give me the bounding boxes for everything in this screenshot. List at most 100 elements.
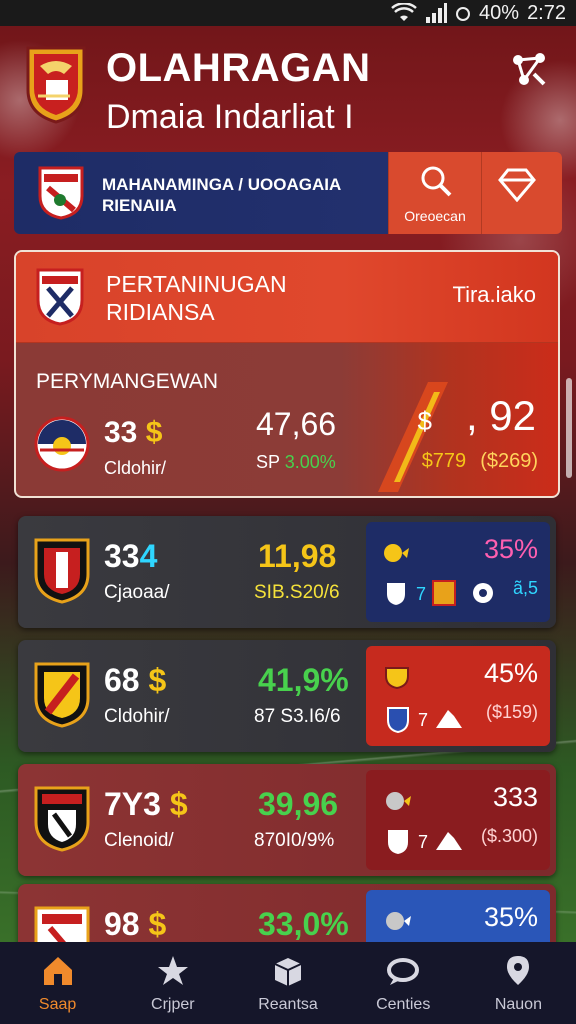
card-side-sub: ($.300) [480, 826, 538, 846]
club-logo-icon [26, 46, 86, 124]
banner-text: MAHANAMINGA / UOOAGAIA RIENAIIA [102, 174, 341, 216]
alarm-icon [456, 7, 471, 21]
nav-item-reports[interactable]: Reantsa [230, 942, 345, 1024]
trophy-icon [386, 912, 411, 930]
featured-header: PERTANINUGAN RIDIANSA Tira.iako [16, 252, 558, 343]
featured-price-sub: $779 ($269) [422, 450, 538, 473]
card-label: Cldohir/ [104, 706, 170, 727]
nav-item-favorites[interactable]: Crjper [115, 942, 230, 1024]
boot-icon [436, 710, 462, 728]
featured-price: $ , 92 [417, 392, 536, 440]
card-score-suffix: 4 [139, 538, 158, 574]
section-label: PERYMANGEWAN [36, 370, 219, 393]
card-odds-change: 87 S3.I6/6 [254, 706, 341, 727]
odds-percent: 3.00% [284, 452, 336, 472]
nav-item-chat[interactable]: Centies [346, 942, 461, 1024]
nav-label: Saap [38, 996, 77, 1013]
filter-button[interactable] [481, 152, 562, 234]
team-badge-icon [34, 662, 90, 728]
card-odds-value: 33,0% [258, 906, 349, 942]
nav-item-home[interactable]: Saap [0, 942, 115, 1024]
card-side-sub: ã,5 [512, 578, 538, 598]
status-bar: 40% 2:72 [0, 0, 576, 26]
shield-icon [385, 667, 409, 690]
card-score: 98 $ [104, 906, 166, 943]
featured-title: PERTANINUGAN RIDIANSA [106, 270, 287, 326]
trophy-icon [386, 792, 411, 810]
featured-title-line-2: RIDIANSA [106, 299, 215, 325]
card-odds-value: 11,98 [258, 538, 337, 574]
trophy-icon [384, 544, 409, 562]
crest-icon [387, 707, 409, 734]
card-odds-change: SIB.S20/6 [254, 582, 340, 603]
currency-symbol: $ [148, 662, 167, 698]
card-score: 7Y3 $ [104, 786, 188, 823]
featured-score: 33 $ [104, 416, 162, 450]
shield-icon [385, 581, 407, 608]
bottom-navigation: Saap Crjper Reantsa Centies Nauon [0, 942, 576, 1024]
featured-tag: Tira.iako [452, 282, 536, 307]
featured-title-line-1: PERTANINUGAN [106, 271, 287, 297]
price-amount: $779 [421, 450, 467, 472]
card-side-number: 7 [418, 710, 429, 730]
app-header: OLAHRAGAN Dmaia Indarliat I [22, 40, 554, 136]
nav-label: Centies [376, 996, 431, 1013]
currency-symbol: $ [148, 906, 167, 942]
card-odds-change: 870I0/9% [254, 830, 335, 851]
banner-line-1: MAHANAMINGA / UOOAGAIA [102, 175, 342, 194]
match-card-1[interactable]: 334 Cjaoaa/ 11,98 SIB.S20/6 7 35% ã,5 [18, 516, 556, 628]
card-odds-value: 41,9% [258, 662, 349, 698]
card-side-number: 7 [416, 584, 427, 604]
chat-icon [387, 958, 420, 985]
nav-label: Nauon [494, 996, 542, 1013]
card-score: 68 $ [104, 662, 166, 699]
card-score-value: 98 [104, 906, 140, 942]
card-side-value: 35% [483, 534, 538, 564]
card-label: Clenoid/ [104, 830, 174, 851]
card-score-value: 33 [104, 538, 140, 574]
team-badge-icon [34, 538, 90, 604]
promo-banner[interactable]: MAHANAMINGA / UOOAGAIA RIENAIIA Oreoecan [14, 152, 562, 234]
flag-icon [432, 580, 456, 606]
app-subtitle: Dmaia Indarliat I [106, 98, 354, 136]
team-badge-icon [34, 786, 90, 852]
card-side-value: 333 [492, 782, 538, 812]
card-side-sub: ($159) [485, 702, 538, 722]
card-score-value: 68 [104, 662, 140, 698]
search-icon [421, 166, 452, 197]
odds-prefix: SP [256, 452, 280, 472]
scrollbar[interactable] [566, 378, 572, 478]
card-score-value: 7Y3 [104, 786, 161, 822]
shield-icon [388, 830, 408, 854]
featured-label: Cldohir/ [104, 458, 167, 478]
featured-odds-change: SP 3.00% [256, 452, 336, 473]
nav-label: Reantsa [258, 996, 318, 1013]
banner-info[interactable]: MAHANAMINGA / UOOAGAIA RIENAIIA [14, 152, 388, 234]
ball-icon [473, 583, 493, 603]
card-score: 334 [104, 538, 157, 575]
nav-label: Crjper [151, 996, 195, 1013]
home-icon [43, 957, 72, 985]
search-label: Oreoecan [404, 208, 466, 224]
price-value: , 92 [465, 392, 536, 439]
card-label: Cjaoaa/ [104, 582, 170, 603]
match-card-3[interactable]: 7Y3 $ Clenoid/ 39,96 870I0/9% 7 333 ($.3… [18, 764, 556, 876]
team-crest-icon [34, 416, 90, 472]
card-side-value: 45% [483, 658, 538, 688]
currency-symbol: $ [145, 416, 163, 449]
price-change: ($269) [480, 450, 538, 472]
star-icon [157, 956, 188, 985]
search-button[interactable]: Oreoecan [388, 152, 481, 234]
featured-score-value: 33 [104, 416, 138, 449]
wifi-icon [391, 3, 417, 21]
card-odds-value: 39,96 [258, 786, 339, 822]
share-button[interactable] [510, 50, 550, 90]
card-side-value: 35% [483, 902, 538, 932]
clock: 2:72 [527, 1, 566, 24]
match-card-2[interactable]: 68 $ Cldohir/ 41,9% 87 S3.I6/6 7 45% ($1… [18, 640, 556, 752]
pin-icon [507, 956, 530, 985]
nav-item-location[interactable]: Nauon [461, 942, 576, 1024]
currency-symbol: $ [169, 786, 188, 822]
banner-line-2: RIENAIIA [102, 196, 177, 215]
featured-match-card[interactable]: PERTANINUGAN RIDIANSA Tira.iako PERYMANG… [14, 250, 560, 498]
